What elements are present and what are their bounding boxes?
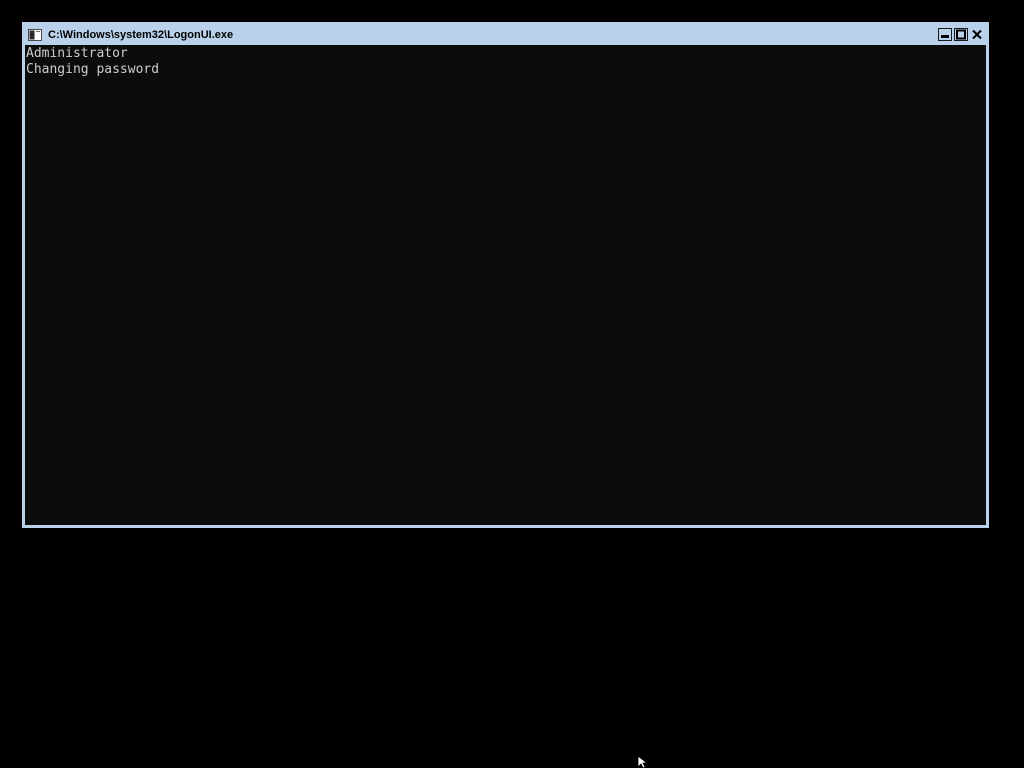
console-line-user: Administrator (26, 46, 128, 61)
console-window: C:\Windows\system32\LogonUI.exe Administ… (22, 22, 989, 528)
close-icon[interactable] (970, 28, 984, 41)
minimize-icon[interactable] (938, 28, 952, 41)
console-text: Administrator Changing password (26, 45, 986, 78)
caption-buttons (938, 28, 984, 41)
window-title: C:\Windows\system32\LogonUI.exe (48, 28, 234, 41)
title-bar[interactable]: C:\Windows\system32\LogonUI.exe (25, 24, 986, 45)
maximize-icon[interactable] (954, 28, 968, 41)
console-line-status: Changing password (26, 62, 160, 77)
console-output[interactable]: Administrator Changing password (26, 45, 986, 525)
console-window-icon (28, 28, 42, 41)
mouse-pointer-icon (637, 756, 649, 768)
